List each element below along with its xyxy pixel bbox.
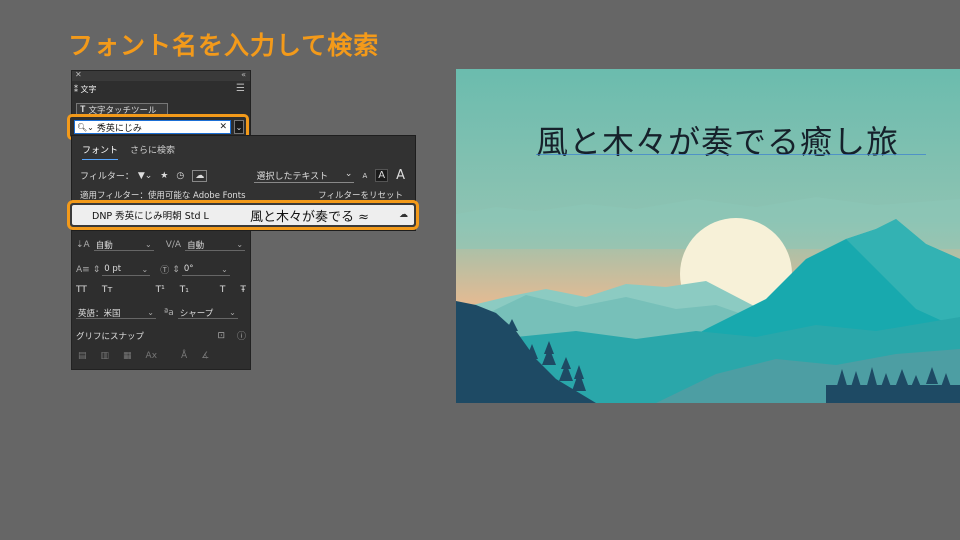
rotation-icon: Ⓣ bbox=[160, 266, 170, 276]
font-result-highlight: DNP 秀英にじみ明朝 Std L 風と木々が奏でる ≈ ☁ bbox=[67, 200, 419, 230]
subscript-button[interactable]: T₁ bbox=[180, 285, 189, 295]
font-sample: 風と木々が奏でる ≈ bbox=[250, 209, 370, 225]
font-name: DNP 秀英にじみ明朝 Std L bbox=[92, 211, 209, 222]
snap-to-glyph-label: グリフにスナップ bbox=[76, 331, 145, 342]
language-dropdown[interactable]: 英語：米国 ⌄ bbox=[76, 307, 156, 319]
text-baseline-guide bbox=[536, 154, 926, 155]
superscript-button[interactable]: T¹ bbox=[156, 285, 165, 295]
font-search-input[interactable]: 🔍︎⌄ 秀英にじみ ✕ bbox=[74, 120, 231, 134]
all-caps-button[interactable]: TT bbox=[76, 285, 87, 295]
rotation-dropdown[interactable]: 0° ⌄ bbox=[181, 264, 230, 276]
artboard: 風と木々が奏でる癒し旅 bbox=[456, 69, 960, 403]
preview-size-small[interactable]: A bbox=[362, 172, 367, 180]
chevron-down-icon: ⌄ bbox=[344, 168, 353, 179]
tab-find-more[interactable]: さらに検索 bbox=[130, 143, 175, 160]
leading-icon: ⇣A bbox=[76, 240, 90, 250]
panel-tab-character[interactable]: ⁑ 文字 bbox=[74, 84, 97, 95]
cloud-icon[interactable]: ☁ bbox=[399, 210, 408, 220]
panel-titlebar: ✕ « bbox=[72, 70, 250, 81]
antialias-icon: ªa bbox=[164, 308, 174, 318]
small-caps-button[interactable]: Tт bbox=[102, 285, 113, 295]
font-search-value: 秀英にじみ bbox=[96, 123, 142, 134]
snap-angular-icon[interactable]: Å bbox=[181, 351, 187, 361]
snap-to-glyph-row: グリフにスナップ ⊡ ⓘ bbox=[76, 329, 246, 343]
info-icon[interactable]: ⓘ bbox=[237, 329, 246, 342]
chevron-down-icon: ⌄ bbox=[229, 308, 236, 317]
underline-button[interactable]: T bbox=[220, 285, 226, 295]
close-icon[interactable]: ✕ bbox=[75, 70, 82, 79]
chevron-down-icon: ⌄ bbox=[221, 264, 228, 274]
search-icon: 🔍︎⌄ bbox=[77, 122, 94, 132]
touch-type-icon: 𝐓 bbox=[80, 104, 86, 115]
hamburger-menu-icon[interactable]: ☰ bbox=[236, 83, 245, 94]
chevron-down-icon: ⌄ bbox=[236, 240, 244, 249]
sample-text-value: 選択したテキスト bbox=[256, 171, 329, 182]
leading-dropdown[interactable]: 自動 ⌄ bbox=[93, 239, 154, 251]
rotation-value: 0° bbox=[183, 264, 194, 274]
leading-kerning-row: ⇣A 自動 ⌄ V/A 自動 ⌄ bbox=[76, 239, 246, 251]
chevron-down-icon: ⌄ bbox=[147, 308, 154, 317]
stepper-icon[interactable]: ⇕ bbox=[93, 265, 101, 275]
strikethrough-button[interactable]: Ŧ bbox=[240, 285, 246, 295]
snap-glyph-bounds-icon[interactable]: ▦ bbox=[123, 351, 132, 361]
leading-value: 自動 bbox=[95, 240, 113, 251]
chevron-down-icon: ⌄ bbox=[145, 240, 152, 249]
snap-glyph-icon[interactable]: ⊡ bbox=[217, 331, 225, 341]
filter-row: フィルター： ▼⌄ ★ ◷ ☁ 選択したテキスト ⌄ A A A bbox=[80, 168, 405, 183]
tracking-dropdown[interactable]: 0 pt ⌄ bbox=[102, 264, 151, 276]
language-antialias-row: 英語：米国 ⌄ ªa シャープ ⌄ bbox=[76, 307, 238, 319]
kerning-icon: V/A bbox=[165, 240, 182, 250]
collapse-icon[interactable]: « bbox=[241, 70, 246, 79]
filter-icon[interactable]: ▼⌄ bbox=[138, 171, 152, 181]
text-style-buttons: TT Tт T¹ T₁ T Ŧ bbox=[76, 285, 246, 295]
stepper-icon[interactable]: ⇕ bbox=[172, 265, 180, 275]
snap-xheight-icon[interactable]: ▥ bbox=[101, 351, 110, 361]
preview-size-large[interactable]: A bbox=[396, 168, 405, 183]
artwork-title[interactable]: 風と木々が奏でる癒し旅 bbox=[536, 117, 899, 163]
snap-proximity-icon[interactable]: Ax bbox=[146, 351, 157, 361]
clear-icon[interactable]: ✕ bbox=[219, 122, 227, 132]
tracking-rotation-row: A≡ ⇕ 0 pt ⌄ Ⓣ ⇕ 0° ⌄ bbox=[76, 263, 230, 276]
font-list-dropdown-button[interactable]: ⌄ bbox=[234, 120, 244, 134]
tab-fonts[interactable]: フォント bbox=[82, 143, 119, 160]
recent-clock-icon[interactable]: ◷ bbox=[176, 171, 184, 181]
popup-tabs: フォント さらに検索 bbox=[82, 143, 175, 160]
tracking-icon: A≡ bbox=[76, 264, 90, 275]
kerning-value: 自動 bbox=[187, 240, 205, 251]
sample-text-dropdown[interactable]: 選択したテキスト ⌄ bbox=[254, 168, 355, 183]
font-result-item[interactable]: DNP 秀英にじみ明朝 Std L 風と木々が奏でる ≈ ☁ bbox=[72, 205, 414, 225]
snap-baseline-icon[interactable]: ▤ bbox=[78, 351, 87, 361]
antialias-dropdown[interactable]: シャープ ⌄ bbox=[177, 307, 238, 319]
panel-title: 文字 bbox=[80, 85, 97, 94]
adobe-fonts-cloud-icon[interactable]: ☁ bbox=[192, 169, 208, 182]
chevron-down-icon: ⌄ bbox=[141, 264, 149, 274]
antialias-value: シャープ bbox=[179, 308, 214, 319]
preview-size-medium[interactable]: A bbox=[375, 169, 389, 182]
snap-options-icons: ▤ ▥ ▦ Ax Å ∡ bbox=[78, 351, 209, 361]
kerning-dropdown[interactable]: 自動 ⌄ bbox=[185, 239, 246, 251]
snap-angle-icon[interactable]: ∡ bbox=[201, 351, 209, 361]
language-value: 英語：米国 bbox=[78, 308, 121, 319]
chevron-down-icon: ⌄ bbox=[235, 122, 243, 132]
favorites-star-icon[interactable]: ★ bbox=[160, 171, 168, 181]
tracking-value: 0 pt bbox=[104, 264, 122, 274]
headline: フォント名を入力して検索 bbox=[68, 31, 380, 60]
filter-label: フィルター： bbox=[80, 172, 134, 182]
